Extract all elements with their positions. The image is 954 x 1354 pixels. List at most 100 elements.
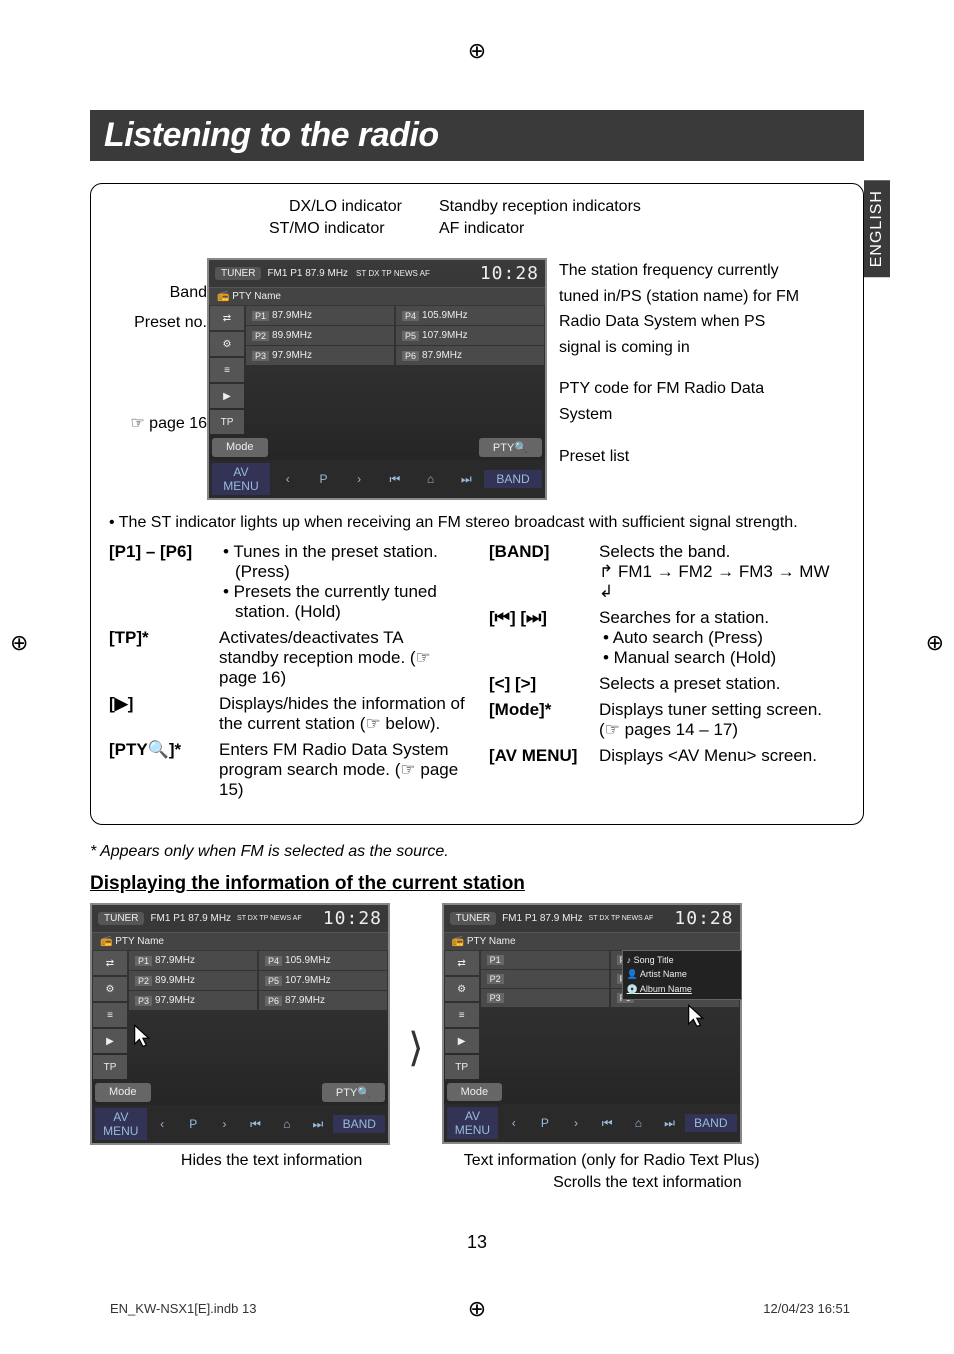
preset-p2[interactable]: P289.9MHz xyxy=(246,326,394,345)
sm1-tp[interactable]: TP xyxy=(93,1055,127,1079)
callout-af: AF indicator xyxy=(439,220,524,238)
sm2-s0[interactable]: ⇄ xyxy=(445,951,479,975)
nav-seek-fwd[interactable]: ⏭ xyxy=(448,472,484,487)
star-footnote: * Appears only when FM is selected as th… xyxy=(90,843,864,861)
caption-textinfo: Text information (only for Radio Text Pl… xyxy=(462,1152,762,1170)
sm1-ptybtn[interactable]: PTY🔍 xyxy=(322,1083,385,1102)
preset-p1[interactable]: P187.9MHz xyxy=(246,306,394,325)
av-nav-row: AV MENU ‹ P › ⏮ ⌂ ⏭ BAND xyxy=(209,460,545,498)
tuner-badge: TUNER xyxy=(215,267,261,280)
band-button[interactable]: BAND xyxy=(484,470,542,488)
sm1-s1[interactable]: ⚙ xyxy=(93,977,127,1001)
val-p1p6-0: • Tunes in the preset station. (Press) xyxy=(219,542,465,582)
side-icons: ⇄ ⚙ ≡ ▶ TP xyxy=(209,305,245,435)
nav-p-icon[interactable]: P xyxy=(306,472,342,486)
sm1-av[interactable]: AV MENU xyxy=(95,1108,147,1140)
sm2-n1[interactable]: P xyxy=(529,1116,560,1130)
sm1-p3[interactable]: P397.9MHz xyxy=(129,991,257,1010)
sm2-tp[interactable]: TP xyxy=(445,1055,479,1079)
callout-page16: ☞ page 16 xyxy=(109,409,207,439)
preset-grid: ⇄ ⚙ ≡ ▶ TP P187.9MHz P289.9MHz P397.9MHz… xyxy=(209,305,545,435)
pty-search-button[interactable]: PTY🔍 xyxy=(479,438,542,457)
arrow-between-icon: ⟩ xyxy=(408,1025,424,1071)
preset-p5-freq: 107.9MHz xyxy=(422,330,468,341)
nav-home-icon[interactable]: ⌂ xyxy=(413,472,449,486)
key-pty: [PTY🔍]* xyxy=(109,740,219,800)
sm2-play[interactable]: ▶ xyxy=(445,1029,479,1053)
nav-seek-back[interactable]: ⏮ xyxy=(377,472,413,487)
sm2-av[interactable]: AV MENU xyxy=(447,1107,499,1139)
subsection-heading: Displaying the information of the curren… xyxy=(90,873,864,895)
sm2-p1[interactable]: P1 xyxy=(481,951,609,969)
sm2-p2[interactable]: P2 xyxy=(481,970,609,988)
footer-left: EN_KW-NSX1[E].indb 13 xyxy=(110,1301,256,1316)
sm1-s0[interactable]: ⇄ xyxy=(93,951,127,975)
preset-p1-num: P1 xyxy=(252,311,269,321)
key-tp: [TP]* xyxy=(109,628,219,688)
key-play: [▶] xyxy=(109,694,219,734)
sm1-play[interactable]: ▶ xyxy=(93,1029,127,1053)
val-pty: Enters FM Radio Data System program sear… xyxy=(219,740,465,800)
preset-p5-num: P5 xyxy=(402,331,419,341)
sm1-p2[interactable]: P289.9MHz xyxy=(129,971,257,990)
sm-time-2: 10:28 xyxy=(674,908,733,929)
sm1-p5[interactable]: P5107.9MHz xyxy=(259,971,387,990)
side-icon-1[interactable]: ⚙ xyxy=(210,332,244,356)
preset-p3[interactable]: P397.9MHz xyxy=(246,346,394,365)
info-screen-left: TUNERFM1 P1 87.9 MHzST DX TP NEWS AF10:2… xyxy=(90,903,390,1145)
preset-p4-freq: 105.9MHz xyxy=(422,310,468,321)
sm1-n5[interactable]: ⏭ xyxy=(302,1117,333,1132)
side-icon-0[interactable]: ⇄ xyxy=(210,306,244,330)
sm-band-1: FM1 P1 87.9 MHz xyxy=(150,913,231,924)
preset-p5[interactable]: P5107.9MHz xyxy=(396,326,544,345)
sm-ind-1: ST DX TP NEWS AF xyxy=(237,915,302,922)
sm1-s2[interactable]: ≡ xyxy=(93,1003,127,1027)
sm2-s1[interactable]: ⚙ xyxy=(445,977,479,1001)
sm1-n1[interactable]: P xyxy=(178,1117,209,1131)
side-tp-button[interactable]: TP xyxy=(210,410,244,434)
tuner-screen-main: TUNER FM1 P1 87.9 MHz ST DX TP NEWS AF 1… xyxy=(207,258,547,500)
sm2-n5[interactable]: ⏭ xyxy=(654,1116,685,1131)
val-mode-0: Displays tuner setting screen. (☞ pages … xyxy=(599,700,845,740)
key-seek: [⏮] [⏭] xyxy=(489,608,599,668)
nav-next-preset[interactable]: › xyxy=(341,472,377,486)
controls-right-col: [BAND]Selects the band.↱ FM1 → FM2 → FM3… xyxy=(489,542,845,806)
sm2-band[interactable]: BAND xyxy=(685,1114,737,1132)
tuner-header: TUNER FM1 P1 87.9 MHz ST DX TP NEWS AF 1… xyxy=(209,260,545,288)
sm2-s2[interactable]: ≡ xyxy=(445,1003,479,1027)
callout-freq-desc: The station frequency currently tuned in… xyxy=(559,258,807,360)
sm2-n0[interactable]: ‹ xyxy=(498,1116,529,1130)
val-seek-1: • Auto search (Press) xyxy=(599,628,845,648)
sm1-p4[interactable]: P4105.9MHz xyxy=(259,951,387,970)
callout-preset-list: Preset list xyxy=(559,444,807,470)
mode-button[interactable]: Mode xyxy=(212,438,268,457)
key-preset-sel: [<] [>] xyxy=(489,674,599,694)
av-menu-button[interactable]: AV MENU xyxy=(212,463,270,495)
preset-p3-num: P3 xyxy=(252,351,269,361)
sm1-n3[interactable]: ⏮ xyxy=(240,1117,271,1132)
st-indicator-note: • The ST indicator lights up when receiv… xyxy=(109,514,845,532)
st-indicator-note-text: The ST indicator lights up when receivin… xyxy=(119,514,798,531)
sm1-p6[interactable]: P687.9MHz xyxy=(259,991,387,1010)
sm1-p1[interactable]: P187.9MHz xyxy=(129,951,257,970)
sm1-mode[interactable]: Mode xyxy=(95,1083,151,1102)
preset-p2-num: P2 xyxy=(252,331,269,341)
side-icon-2[interactable]: ≡ xyxy=(210,358,244,382)
sm2-mode[interactable]: Mode xyxy=(447,1083,503,1101)
sm1-n4[interactable]: ⌂ xyxy=(271,1117,302,1131)
sm2-n2[interactable]: › xyxy=(560,1116,591,1130)
info-artist: 👤 Artist Name xyxy=(625,967,739,982)
pty-name-row: 📻 PTY Name xyxy=(209,288,545,305)
sm1-band[interactable]: BAND xyxy=(333,1115,385,1133)
sm1-n2[interactable]: › xyxy=(209,1117,240,1131)
preset-p6[interactable]: P687.9MHz xyxy=(396,346,544,365)
sm2-n3[interactable]: ⏮ xyxy=(592,1116,623,1131)
sm2-n4[interactable]: ⌂ xyxy=(623,1116,654,1130)
sm2-p3[interactable]: P3 xyxy=(481,989,609,1007)
nav-prev-preset[interactable]: ‹ xyxy=(270,472,306,486)
preset-p4[interactable]: P4105.9MHz xyxy=(396,306,544,325)
sm1-n0[interactable]: ‹ xyxy=(147,1117,178,1131)
pty-label: PTY Name xyxy=(232,291,281,302)
side-play-icon[interactable]: ▶ xyxy=(210,384,244,408)
preset-p1-freq: 87.9MHz xyxy=(272,310,312,321)
